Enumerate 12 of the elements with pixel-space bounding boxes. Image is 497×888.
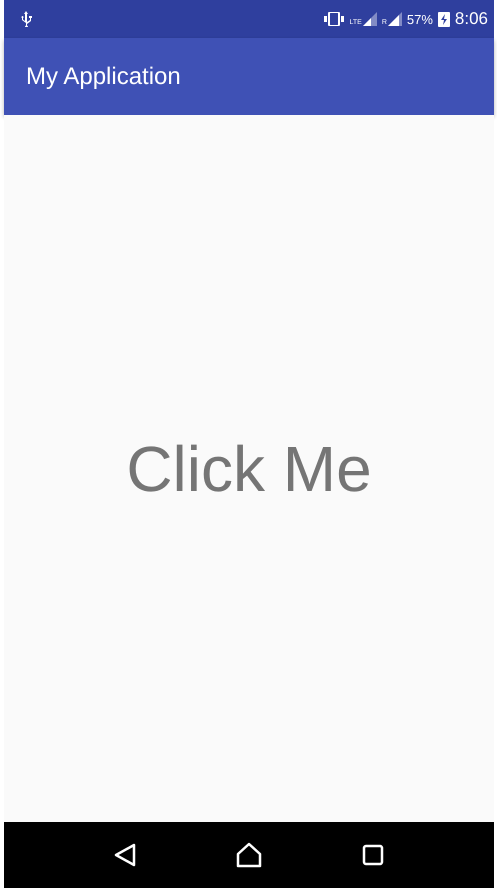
battery-charging-icon <box>438 11 450 27</box>
usb-icon <box>20 11 32 27</box>
recents-icon[interactable] <box>362 844 384 866</box>
battery-percent: 57% <box>406 12 433 26</box>
vibrate-icon <box>324 12 344 26</box>
signal-icon <box>388 12 402 26</box>
home-icon[interactable] <box>236 842 262 868</box>
back-icon[interactable] <box>114 843 136 867</box>
clock: 8:06 <box>454 9 488 29</box>
signal-icon <box>362 12 377 26</box>
click-button[interactable]: Click Me <box>126 432 372 506</box>
app-title: My Application <box>26 62 181 90</box>
